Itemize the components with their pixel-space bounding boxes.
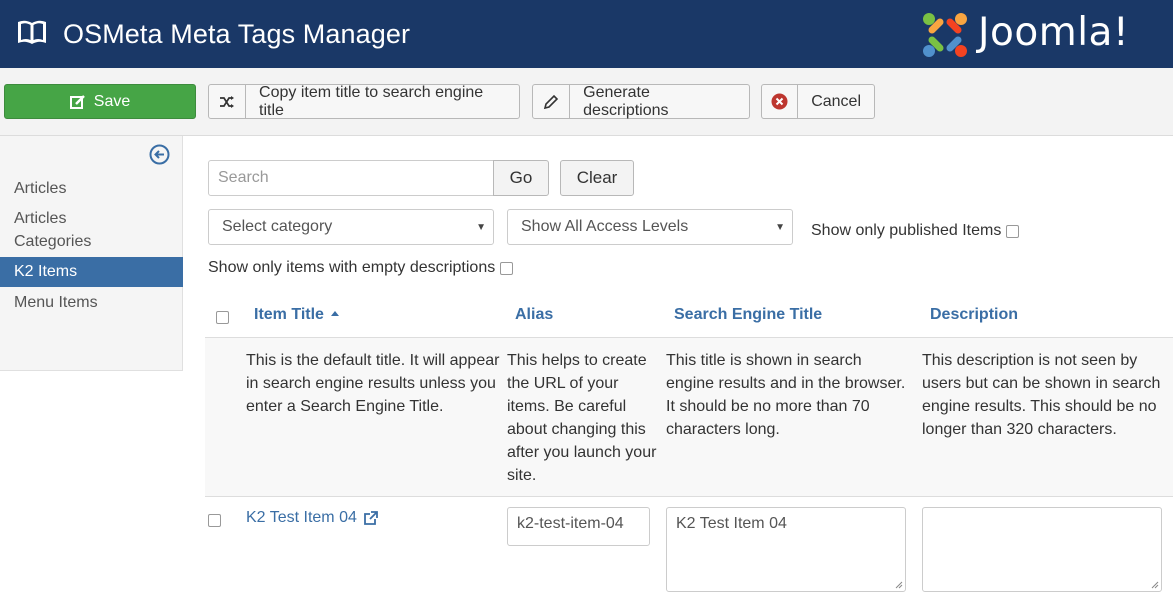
joomla-brand-text: Joomla! xyxy=(978,10,1130,55)
help-item-title: This is the default title. It will appea… xyxy=(246,352,500,415)
column-item-title[interactable]: Item Title xyxy=(254,306,340,324)
empty-desc-filter: Show only items with empty descriptions xyxy=(208,259,514,277)
sidebar-item-articles-categories[interactable]: Articles Categories xyxy=(0,207,140,253)
sort-asc-icon xyxy=(331,311,340,316)
generate-descriptions-button[interactable]: Generate descriptions xyxy=(532,84,750,119)
select-all-checkbox[interactable] xyxy=(216,311,229,324)
help-alias: This helps to create the URL of your ite… xyxy=(507,352,657,484)
description-textarea[interactable] xyxy=(922,507,1162,592)
published-only-filter: Show only published Items xyxy=(811,222,1020,240)
page-title: OSMeta Meta Tags Manager xyxy=(63,19,411,49)
collapse-sidebar-icon[interactable] xyxy=(149,144,170,165)
alias-input[interactable]: k2-test-item-04 xyxy=(507,507,650,546)
shuffle-icon xyxy=(209,85,247,118)
category-select[interactable]: Select category ▼ xyxy=(208,209,494,245)
search-input[interactable] xyxy=(208,160,494,196)
joomla-logo-icon xyxy=(923,13,967,57)
published-only-checkbox[interactable] xyxy=(1006,224,1020,238)
sidebar-item-k2-items[interactable]: K2 Items xyxy=(0,257,183,287)
column-search-engine-title[interactable]: Search Engine Title xyxy=(674,306,822,324)
access-level-select[interactable]: Show All Access Levels ▼ xyxy=(507,209,793,245)
sidebar: Articles Articles Categories K2 Items Me… xyxy=(0,136,183,371)
sidebar-item-menu-items[interactable]: Menu Items xyxy=(0,291,183,314)
item-title-link[interactable]: K2 Test Item 04 xyxy=(246,509,378,527)
copy-title-button[interactable]: Copy item title to search engine title xyxy=(208,84,520,119)
cancel-button[interactable]: Cancel xyxy=(761,84,875,119)
column-alias[interactable]: Alias xyxy=(515,306,553,324)
resize-handle-icon[interactable] xyxy=(1151,581,1159,589)
empty-desc-checkbox[interactable] xyxy=(500,261,514,275)
caret-down-icon: ▼ xyxy=(476,222,486,233)
help-description: This description is not seen by users bu… xyxy=(922,352,1161,438)
save-button[interactable]: Save xyxy=(4,84,196,119)
go-button[interactable]: Go xyxy=(493,160,549,196)
cancel-circle-icon xyxy=(762,85,799,118)
external-link-icon[interactable] xyxy=(363,510,378,526)
toolbar: Save Copy item title to search engine ti… xyxy=(0,68,1173,136)
clear-button[interactable]: Clear xyxy=(560,160,634,196)
book-icon xyxy=(18,20,46,44)
resize-handle-icon[interactable] xyxy=(895,581,903,589)
sidebar-item-articles[interactable]: Articles xyxy=(0,177,183,200)
search-engine-title-textarea[interactable]: K2 Test Item 04 xyxy=(666,507,906,592)
edit-icon xyxy=(69,85,86,118)
row-checkbox[interactable] xyxy=(208,514,221,527)
caret-down-icon: ▼ xyxy=(775,222,785,233)
column-description[interactable]: Description xyxy=(930,306,1018,324)
pencil-icon xyxy=(533,85,571,118)
help-search-engine-title: This title is shown in search engine res… xyxy=(666,352,906,438)
app-header: OSMeta Meta Tags Manager Joomla! xyxy=(0,0,1173,68)
table-divider xyxy=(205,496,1173,497)
